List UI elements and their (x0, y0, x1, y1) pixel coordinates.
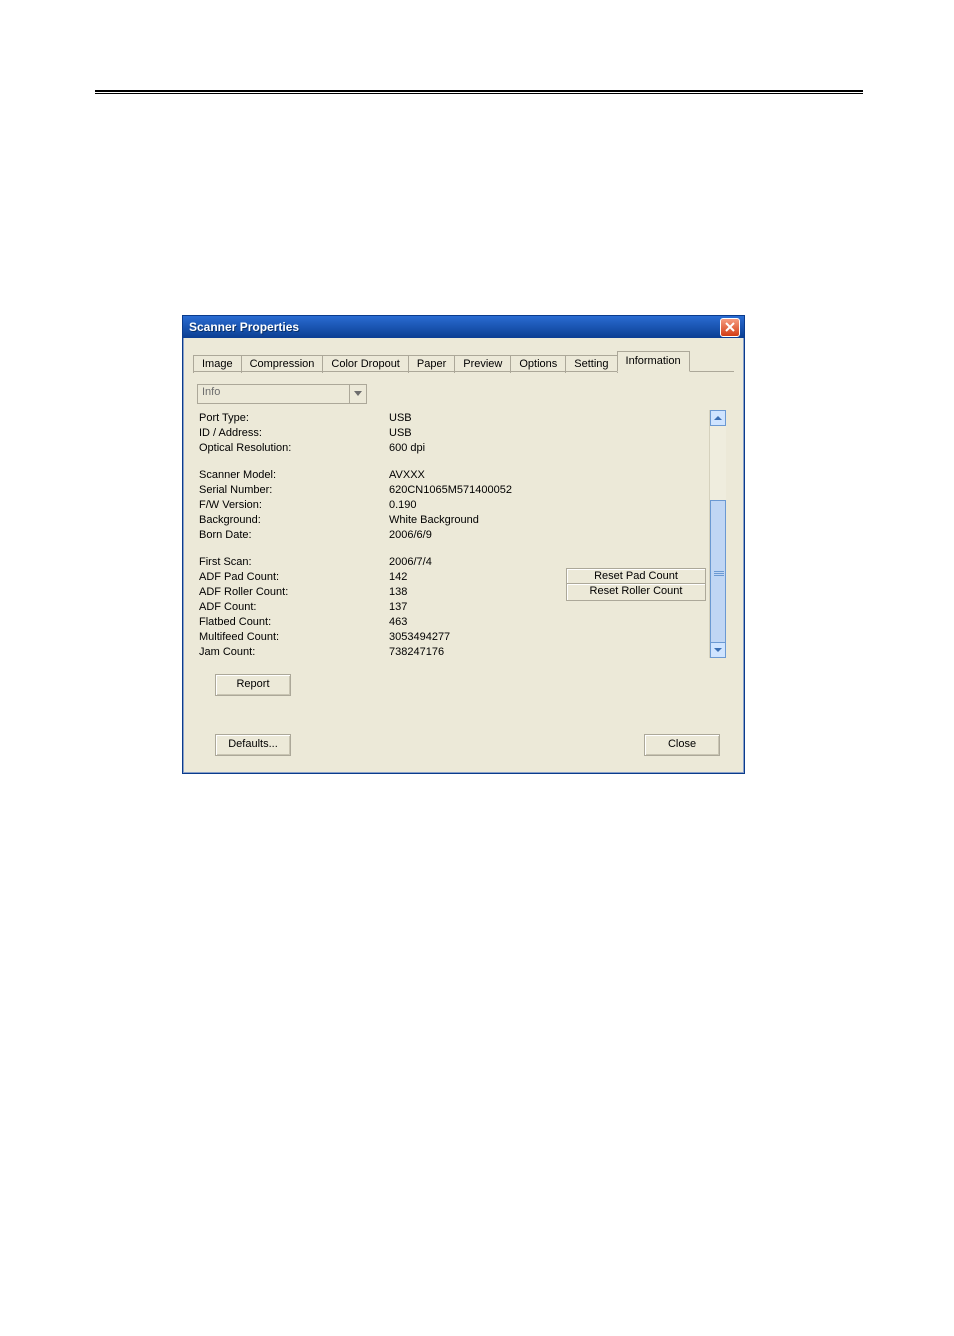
info-select-label: Info (198, 385, 349, 403)
tabstrip: Image Compression Color Dropout Paper Pr… (193, 350, 689, 372)
row-adf-count: ADF Count: 137 (197, 599, 708, 614)
label-optical-resolution: Optical Resolution: (197, 442, 389, 454)
row-background: Background: White Background (197, 512, 708, 527)
row-optical-resolution: Optical Resolution: 600 dpi (197, 440, 708, 455)
scroll-up-button[interactable] (710, 410, 726, 426)
row-flatbed-count: Flatbed Count: 463 (197, 614, 708, 629)
value-jam-count: 738247176 (389, 646, 549, 658)
info-list-inner: Port Type: USB ID / Address: USB Optical… (197, 410, 708, 658)
label-id-address: ID / Address: (197, 427, 389, 439)
chevron-up-icon (714, 415, 722, 421)
page-header-rule-top (95, 90, 863, 92)
row-spacer (197, 542, 708, 554)
label-fw-version: F/W Version: (197, 499, 389, 511)
label-multifeed-count: Multifeed Count: (197, 631, 389, 643)
value-port-type: USB (389, 412, 549, 424)
close-button[interactable] (720, 318, 740, 337)
value-multifeed-count: 3053494277 (389, 631, 549, 643)
chevron-down-icon (714, 647, 722, 653)
scroll-thumb-grip (714, 571, 724, 577)
close-icon (725, 322, 735, 332)
report-button[interactable]: Report (215, 674, 291, 696)
value-flatbed-count: 463 (389, 616, 549, 628)
value-adf-count: 137 (389, 601, 549, 613)
label-flatbed-count: Flatbed Count: (197, 616, 389, 628)
label-first-scan: First Scan: (197, 556, 389, 568)
value-serial-number: 620CN1065M571400052 (389, 484, 549, 496)
list-scrollbar[interactable] (709, 410, 726, 658)
value-adf-roller-count: 138 (389, 586, 549, 598)
close-bottom-button[interactable]: Close (644, 734, 720, 756)
row-born-date: Born Date: 2006/6/9 (197, 527, 708, 542)
scanner-properties-dialog: Scanner Properties Image Compression Col… (182, 315, 745, 774)
info-select-dropdown-button[interactable] (349, 385, 366, 403)
defaults-button[interactable]: Defaults... (215, 734, 291, 756)
row-adf-roller-count: ADF Roller Count: 138 Reset Roller Count (197, 584, 708, 599)
dialog-title: Scanner Properties (189, 320, 720, 334)
scroll-thumb[interactable] (710, 500, 726, 646)
row-spacer (197, 455, 708, 467)
label-jam-count: Jam Count: (197, 646, 389, 658)
label-adf-pad-count: ADF Pad Count: (197, 571, 389, 583)
value-adf-pad-count: 142 (389, 571, 549, 583)
scroll-down-button[interactable] (710, 642, 726, 658)
row-multifeed-count: Multifeed Count: 3053494277 (197, 629, 708, 644)
row-serial-number: Serial Number: 620CN1065M571400052 (197, 482, 708, 497)
row-port-type: Port Type: USB (197, 410, 708, 425)
page-header-rule-bottom (95, 93, 863, 94)
value-optical-resolution: 600 dpi (389, 442, 549, 454)
value-background: White Background (389, 514, 549, 526)
row-jam-count: Jam Count: 738247176 (197, 644, 708, 658)
value-id-address: USB (389, 427, 549, 439)
label-adf-roller-count: ADF Roller Count: (197, 586, 389, 598)
value-first-scan: 2006/7/4 (389, 556, 549, 568)
row-id-address: ID / Address: USB (197, 425, 708, 440)
reset-roller-count-button[interactable]: Reset Roller Count (566, 583, 706, 601)
label-serial-number: Serial Number: (197, 484, 389, 496)
value-fw-version: 0.190 (389, 499, 549, 511)
label-scanner-model: Scanner Model: (197, 469, 389, 481)
value-born-date: 2006/6/9 (389, 529, 549, 541)
label-born-date: Born Date: (197, 529, 389, 541)
label-background: Background: (197, 514, 389, 526)
title-bar: Scanner Properties (183, 316, 744, 338)
info-select[interactable]: Info (197, 384, 367, 404)
value-scanner-model: AVXXX (389, 469, 549, 481)
row-fw-version: F/W Version: 0.190 (197, 497, 708, 512)
chevron-down-icon (354, 391, 362, 397)
label-port-type: Port Type: (197, 412, 389, 424)
row-scanner-model: Scanner Model: AVXXX (197, 467, 708, 482)
label-adf-count: ADF Count: (197, 601, 389, 613)
info-list: Port Type: USB ID / Address: USB Optical… (197, 410, 726, 658)
tab-information[interactable]: Information (617, 351, 690, 372)
